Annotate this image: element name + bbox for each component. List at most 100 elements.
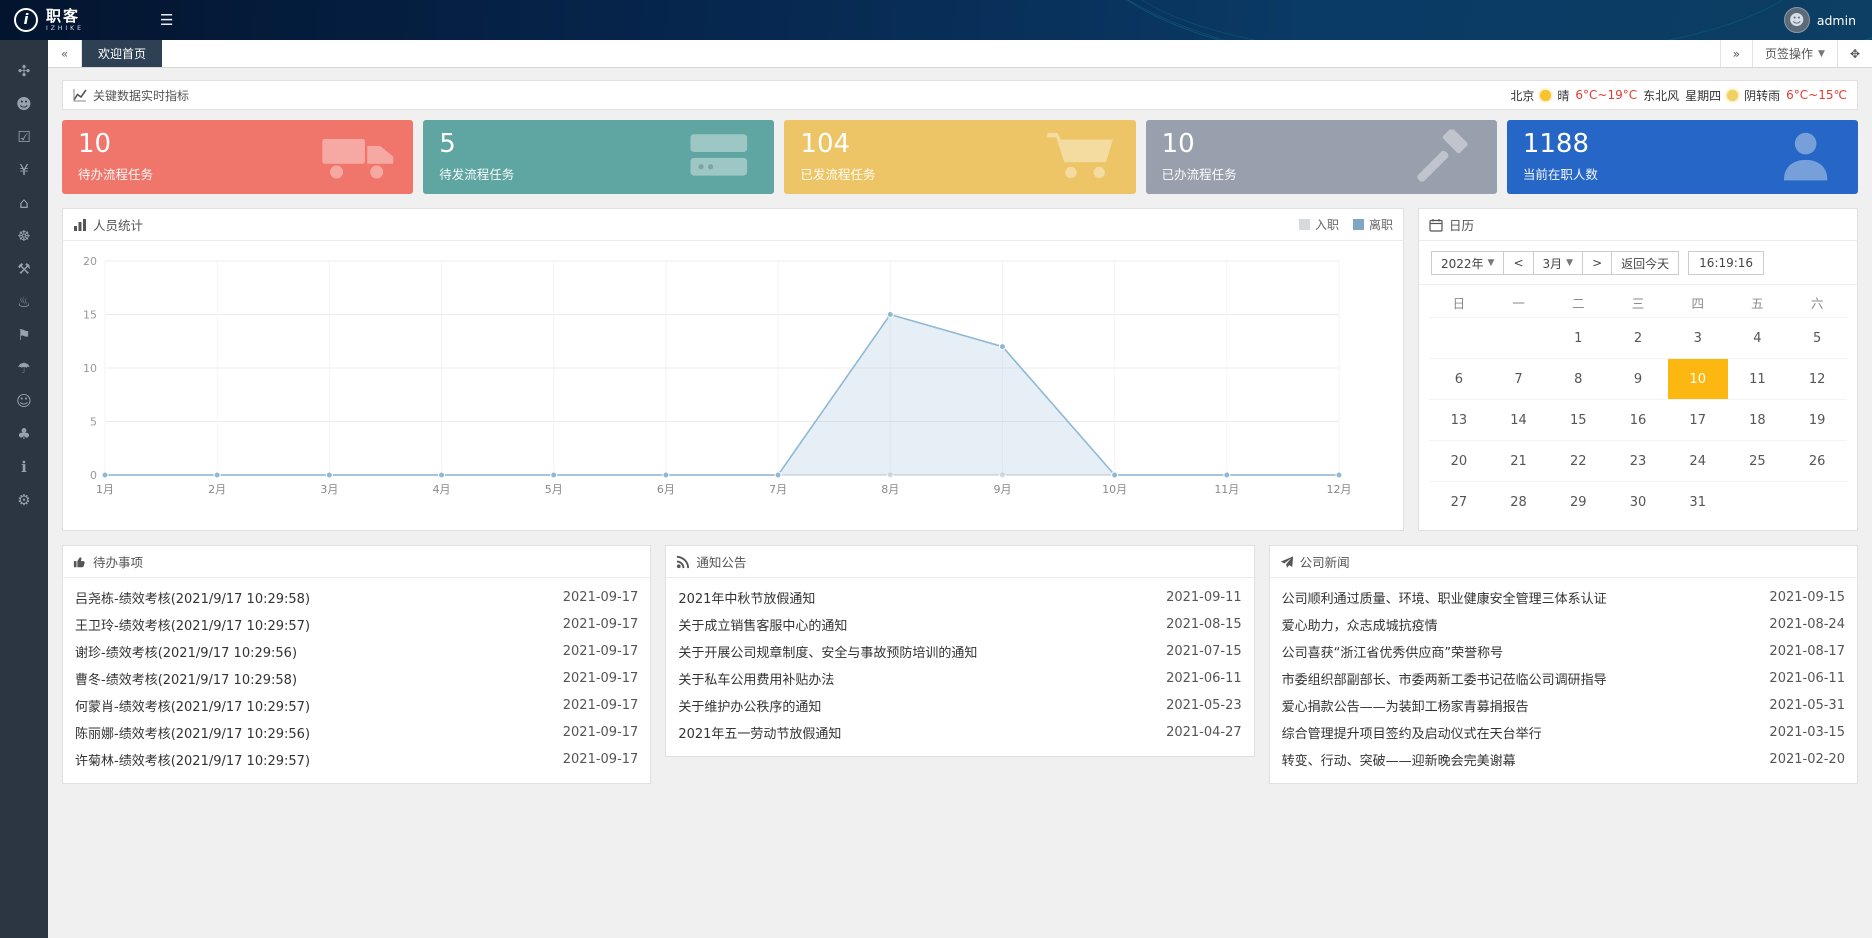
calendar-day-6[interactable]: 6 [1429, 359, 1489, 399]
notice-item[interactable]: 关于开展公司规章制度、安全与事故预防培训的通知2021-07-15 [678, 638, 1241, 665]
item-date: 2021-03-15 [1769, 725, 1845, 740]
info-icon[interactable]: ℹ [0, 450, 48, 483]
item-text: 公司喜获“浙江省优秀供应商”荣誉称号 [1282, 642, 1770, 661]
app-logo[interactable]: i 职客 IZHIKE [0, 8, 130, 32]
stat-card[interactable]: 10待办流程任务 [62, 120, 413, 194]
today-button[interactable]: 返回今天 [1611, 251, 1679, 275]
team-icon[interactable]: ☸ [0, 219, 48, 252]
calendar-day-24[interactable]: 24 [1668, 441, 1728, 481]
next-month-button[interactable]: > [1582, 251, 1612, 275]
item-date: 2021-08-15 [1166, 617, 1242, 632]
contacts-icon[interactable]: ☻ [0, 87, 48, 120]
news-item[interactable]: 综合管理提升项目签约及启动仪式在天台举行2021-03-15 [1282, 719, 1845, 746]
calendar-day-28[interactable]: 28 [1489, 482, 1549, 522]
fullscreen-button[interactable]: ✥ [1837, 40, 1872, 67]
calendar-day-17[interactable]: 17 [1668, 400, 1728, 440]
todo-item[interactable]: 吕尧栋-绩效考核(2021/9/17 10:29:58)2021-09-17 [75, 584, 638, 611]
calendar-day-29[interactable]: 29 [1548, 482, 1608, 522]
decorative-wave [1092, 0, 1872, 40]
month-select[interactable]: 3月 ▼ [1533, 251, 1584, 275]
training-icon[interactable]: ⚑ [0, 318, 48, 351]
legend-item-left[interactable]: 离职 [1353, 216, 1393, 233]
calendar-day-18[interactable]: 18 [1728, 400, 1788, 440]
performance-icon[interactable]: ♣ [0, 417, 48, 450]
todo-item[interactable]: 谢珍-绩效考核(2021/9/17 10:29:56)2021-09-17 [75, 638, 638, 665]
calendar-day-22[interactable]: 22 [1548, 441, 1608, 481]
tabs-scroll-right-button[interactable]: » [1720, 40, 1752, 67]
workflow-icon[interactable]: ✣ [0, 54, 48, 87]
news-item[interactable]: 公司顺利通过质量、环境、职业健康安全管理三体系认证2021-09-15 [1282, 584, 1845, 611]
organization-icon[interactable]: ⌂ [0, 186, 48, 219]
personnel-stats-title: 人员统计 [93, 215, 143, 234]
stat-card[interactable]: 10已办流程任务 [1146, 120, 1497, 194]
calendar-day-11[interactable]: 11 [1728, 359, 1788, 399]
calendar-day-27[interactable]: 27 [1429, 482, 1489, 522]
tab-operations-dropdown[interactable]: 页签操作 ▼ [1752, 40, 1837, 67]
todo-item[interactable]: 何蒙肖-绩效考核(2021/9/17 10:29:57)2021-09-17 [75, 692, 638, 719]
calendar-day-20[interactable]: 20 [1429, 441, 1489, 481]
calendar-day-3[interactable]: 3 [1668, 318, 1728, 358]
todo-item[interactable]: 许菊林-绩效考核(2021/9/17 10:29:57)2021-09-17 [75, 746, 638, 773]
salary-icon[interactable]: ¥ [0, 153, 48, 186]
seal-icon[interactable]: ♨ [0, 285, 48, 318]
weather-condition: 晴 [1557, 87, 1569, 104]
calendar-day-15[interactable]: 15 [1548, 400, 1608, 440]
recruit-icon[interactable]: ☂ [0, 351, 48, 384]
user-icon[interactable]: ☺ [0, 384, 48, 417]
notice-item[interactable]: 关于成立销售客服中心的通知2021-08-15 [678, 611, 1241, 638]
todo-item[interactable]: 陈丽娜-绩效考核(2021/9/17 10:29:56)2021-09-17 [75, 719, 638, 746]
calendar-day-16[interactable]: 16 [1608, 400, 1668, 440]
notice-item[interactable]: 关于私车公用费用补贴办法2021-06-11 [678, 665, 1241, 692]
user-menu[interactable]: ☻ admin [1784, 7, 1872, 33]
calendar-week-row: 20212223242526 [1429, 440, 1847, 481]
notice-item[interactable]: 2021年中秋节放假通知2021-09-11 [678, 584, 1241, 611]
calendar-day-10[interactable]: 10 [1668, 359, 1728, 399]
calendar-day-19[interactable]: 19 [1787, 400, 1847, 440]
news-item[interactable]: 爱心捐款公告——为装卸工杨家青募捐报告2021-05-31 [1282, 692, 1845, 719]
calendar-day-13[interactable]: 13 [1429, 400, 1489, 440]
sidebar-toggle-icon[interactable]: ☰ [160, 11, 173, 29]
stat-card[interactable]: 104已发流程任务 [784, 120, 1135, 194]
todo-item[interactable]: 王卫玲-绩效考核(2021/9/17 10:29:57)2021-09-17 [75, 611, 638, 638]
item-date: 2021-05-23 [1166, 698, 1242, 713]
chevron-down-icon: ▼ [1566, 258, 1573, 268]
calendar-day-1[interactable]: 1 [1548, 318, 1608, 358]
calendar-day-8[interactable]: 8 [1548, 359, 1608, 399]
calendar-day-2[interactable]: 2 [1608, 318, 1668, 358]
weekday-label: 二 [1548, 287, 1608, 317]
legend-item-hired[interactable]: 入职 [1299, 216, 1339, 233]
calendar-day-26[interactable]: 26 [1787, 441, 1847, 481]
paper-plane-icon [1280, 555, 1294, 569]
main-content: 关键数据实时指标 北京 晴 6°C~19°C 东北风 星期四 阴转雨 6°C~1… [48, 68, 1872, 938]
prev-month-button[interactable]: < [1503, 251, 1533, 275]
news-item[interactable]: 市委组织部副部长、市委两新工委书记莅临公司调研指导2021-06-11 [1282, 665, 1845, 692]
calendar-day-4[interactable]: 4 [1728, 318, 1788, 358]
tab-home[interactable]: 欢迎首页 [82, 40, 162, 67]
year-select[interactable]: 2022年 ▼ [1431, 251, 1504, 275]
calendar-day-12[interactable]: 12 [1787, 359, 1847, 399]
calendar-day-14[interactable]: 14 [1489, 400, 1549, 440]
calendar-day-30[interactable]: 30 [1608, 482, 1668, 522]
notice-item[interactable]: 关于维护办公秩序的通知2021-05-23 [678, 692, 1241, 719]
calendar-day-21[interactable]: 21 [1489, 441, 1549, 481]
calendar-day-7[interactable]: 7 [1489, 359, 1549, 399]
news-item[interactable]: 转变、行动、突破——迎新晚会完美谢幕2021-02-20 [1282, 746, 1845, 773]
stat-card[interactable]: 1188当前在职人数 [1507, 120, 1858, 194]
calendar-day-31[interactable]: 31 [1668, 482, 1728, 522]
tasks-icon[interactable]: ☑ [0, 120, 48, 153]
calendar-day-9[interactable]: 9 [1608, 359, 1668, 399]
settings-icon[interactable]: ⚙ [0, 483, 48, 516]
tabs-scroll-left-button[interactable]: « [48, 40, 82, 67]
bar-chart-icon [73, 218, 87, 232]
calendar-day-23[interactable]: 23 [1608, 441, 1668, 481]
news-item[interactable]: 公司喜获“浙江省优秀供应商”荣誉称号2021-08-17 [1282, 638, 1845, 665]
news-item[interactable]: 爱心助力，众志成城抗疫情2021-08-24 [1282, 611, 1845, 638]
todo-item[interactable]: 曹冬-绩效考核(2021/9/17 10:29:58)2021-09-17 [75, 665, 638, 692]
stat-card[interactable]: 5待发流程任务 [423, 120, 774, 194]
calendar-day-5[interactable]: 5 [1787, 318, 1847, 358]
notice-item[interactable]: 2021年五一劳动节放假通知2021-04-27 [678, 719, 1241, 746]
work-icon[interactable]: ⚒ [0, 252, 48, 285]
calendar-day-25[interactable]: 25 [1728, 441, 1788, 481]
stat-cards-row: 10待办流程任务5待发流程任务104已发流程任务10已办流程任务1188当前在职… [62, 120, 1858, 194]
svg-text:11月: 11月 [1214, 483, 1239, 496]
